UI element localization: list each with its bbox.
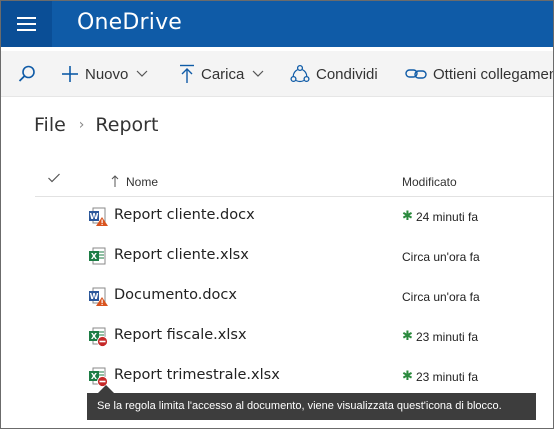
command-bar: Nuovo Carica Condividi Ottieni collegame <box>1 51 553 97</box>
modified-time: Circa un'ora fa <box>402 250 480 264</box>
file-name[interactable]: Report trimestrale.xlsx <box>114 367 280 383</box>
new-file-star-icon: ✱ <box>402 328 413 343</box>
file-name[interactable]: Documento.docx <box>114 287 237 303</box>
file-row[interactable]: W Documento.docx Circa un'ora fa <box>35 277 553 317</box>
svg-text:W: W <box>90 292 99 301</box>
file-name[interactable]: Report cliente.docx <box>114 207 255 223</box>
upload-icon <box>180 64 194 83</box>
block-icon-tooltip: Se la regola limita l'accesso al documen… <box>87 393 536 420</box>
word-warning-icon: W <box>89 287 108 306</box>
app-launcher-button[interactable] <box>1 1 52 47</box>
file-list-header: Nome Modificato <box>35 167 553 197</box>
link-icon <box>405 69 427 79</box>
breadcrumb-root[interactable]: File <box>34 114 66 136</box>
column-header-modified[interactable]: Modificato <box>402 175 457 189</box>
file-row[interactable]: X Report fiscale.xlsx ✱ 23 minuti fa <box>35 317 553 357</box>
search-icon <box>18 65 35 82</box>
excel-icon: X <box>89 247 106 265</box>
breadcrumb-current: Report <box>95 114 159 136</box>
upload-label: Carica <box>201 65 245 83</box>
get-link-button[interactable]: Ottieni collegamento <box>405 51 553 97</box>
share-label: Condividi <box>316 65 378 83</box>
new-file-star-icon: ✱ <box>402 208 413 223</box>
svg-text:X: X <box>91 372 98 381</box>
new-file-star-icon: ✱ <box>402 368 413 383</box>
modified-time: Circa un'ora fa <box>402 290 480 304</box>
file-name[interactable]: Report cliente.xlsx <box>114 247 249 263</box>
onedrive-window: OneDrive Nuovo Carica Condividi Ottieni … <box>0 0 554 429</box>
excel-blocked-icon: X <box>89 367 108 387</box>
select-all-checkmark-icon[interactable] <box>47 172 61 184</box>
app-title[interactable]: OneDrive <box>77 10 182 35</box>
share-icon <box>290 64 310 83</box>
chevron-down-icon <box>136 70 148 77</box>
svg-text:X: X <box>91 332 98 341</box>
new-label: Nuovo <box>85 65 129 83</box>
search-button[interactable] <box>17 51 37 97</box>
column-header-name[interactable]: Nome <box>126 175 158 189</box>
excel-blocked-icon: X <box>89 327 108 347</box>
tooltip-arrow <box>98 385 114 393</box>
modified-time: 23 minuti fa <box>416 330 479 344</box>
file-row[interactable]: X Report cliente.xlsx Circa un'ora fa <box>35 237 553 277</box>
modified-time: 23 minuti fa <box>416 370 479 384</box>
plus-icon <box>62 66 78 82</box>
upload-button[interactable]: Carica <box>179 51 264 97</box>
file-name[interactable]: Report fiscale.xlsx <box>114 327 247 343</box>
chevron-down-icon <box>252 70 264 77</box>
new-button[interactable]: Nuovo <box>61 51 148 97</box>
sort-ascending-icon[interactable] <box>111 175 119 187</box>
chevron-right-icon: › <box>78 117 85 133</box>
modified-time: 24 minuti fa <box>416 210 479 224</box>
svg-text:X: X <box>91 252 98 261</box>
get-link-label: Ottieni collegamento <box>433 65 553 83</box>
file-row[interactable]: W Report cliente.docx ✱ 24 minuti fa <box>35 197 553 237</box>
share-button[interactable]: Condividi <box>290 51 378 97</box>
top-bar: OneDrive <box>1 1 553 47</box>
word-warning-icon: W <box>89 207 108 226</box>
svg-text:W: W <box>90 212 99 221</box>
menu-icon <box>17 17 36 31</box>
breadcrumb: File › Report <box>34 114 158 136</box>
